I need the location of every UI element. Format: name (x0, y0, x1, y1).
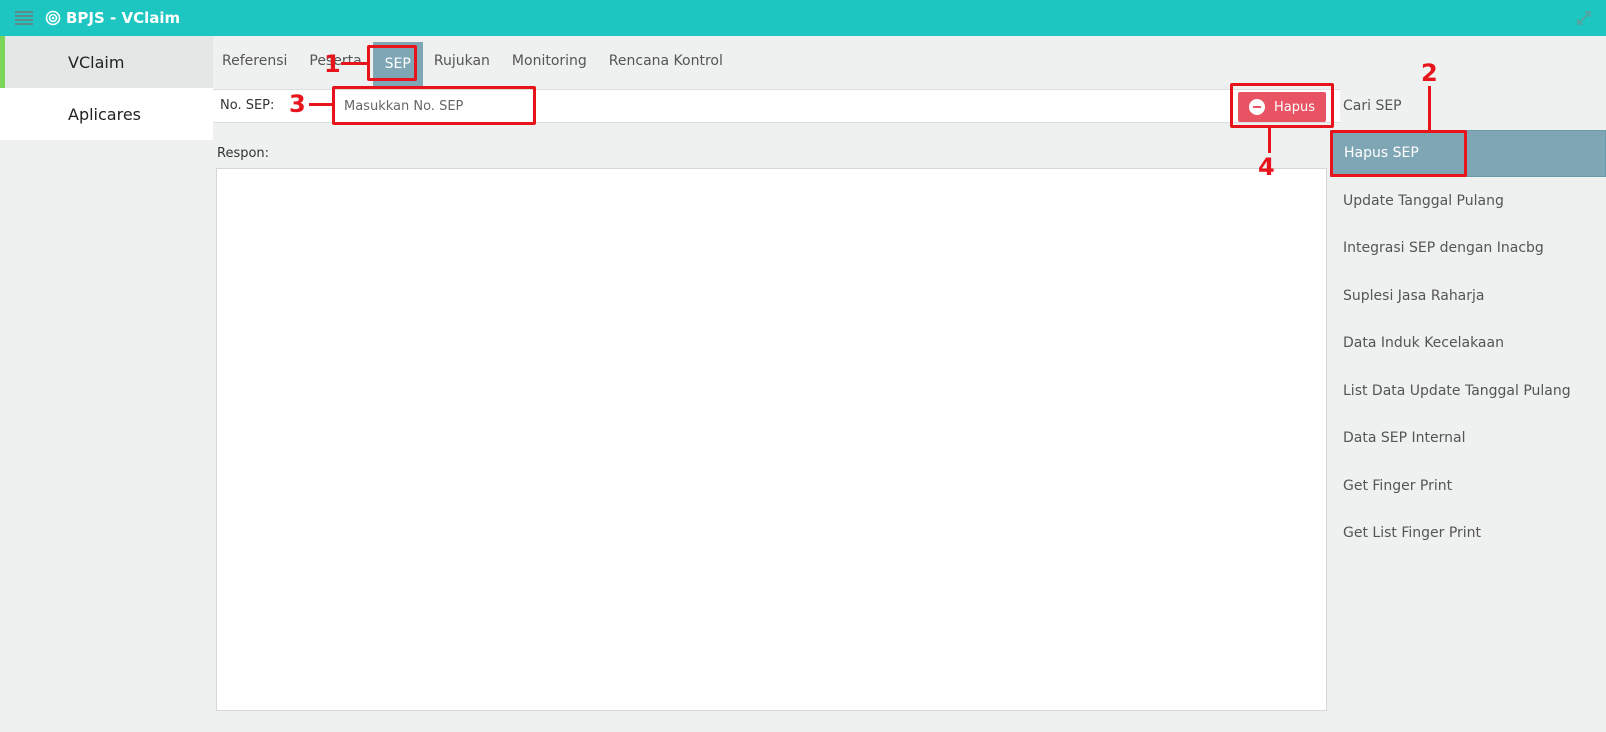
submenu-item-suplesi-jasa-raharja[interactable]: Suplesi Jasa Raharja (1330, 272, 1606, 320)
tab-referensi[interactable]: Referensi (213, 36, 298, 86)
leftnav-item-vclaim[interactable]: VClaim (0, 36, 213, 88)
annotation-number-2: 2 (1421, 59, 1438, 87)
tab-sep[interactable]: SEP (372, 42, 423, 86)
app-title: BPJS - VClaim (45, 9, 180, 27)
expand-arrows-icon[interactable] (1576, 10, 1592, 26)
submenu-item-update-tanggal-pulang[interactable]: Update Tanggal Pulang (1330, 177, 1606, 225)
tab-rujukan[interactable]: Rujukan (423, 36, 501, 86)
annotation-line-4 (1268, 127, 1271, 153)
leftnav-item-label: Aplicares (68, 104, 141, 124)
minus-circle-icon (1248, 99, 1265, 115)
annotation-number-3: 3 (289, 90, 306, 118)
submenu-item-list-data-update-tanggal-pulang[interactable]: List Data Update Tanggal Pulang (1330, 367, 1606, 415)
submenu-item-integrasi-sep-inacbg[interactable]: Integrasi SEP dengan Inacbg (1330, 225, 1606, 273)
hapus-button[interactable]: Hapus (1238, 92, 1326, 122)
submenu-item-data-induk-kecelakaan[interactable]: Data Induk Kecelakaan (1330, 320, 1606, 368)
tab-monitoring[interactable]: Monitoring (501, 36, 598, 86)
app-title-text: BPJS - VClaim (66, 9, 181, 27)
no-sep-label: No. SEP: (220, 98, 275, 113)
leftnav-item-label: VClaim (68, 52, 125, 72)
tab-rencana-kontrol[interactable]: Rencana Kontrol (598, 36, 734, 86)
annotation-number-1: 1 (324, 50, 341, 78)
submenu-item-cari-sep[interactable]: Cari SEP (1330, 82, 1606, 130)
left-nav: VClaim Aplicares (0, 36, 213, 732)
respon-label: Respon: (217, 146, 270, 161)
top-bar: BPJS - VClaim (0, 0, 1606, 36)
submenu-item-hapus-sep[interactable]: Hapus SEP (1330, 129, 1606, 177)
annotation-number-4: 4 (1258, 153, 1275, 181)
hamburger-icon[interactable] (15, 11, 33, 25)
no-sep-form-row: No. SEP: Hapus (213, 89, 1340, 123)
leftnav-item-aplicares[interactable]: Aplicares (0, 88, 213, 140)
submenu-item-get-finger-print[interactable]: Get Finger Print (1330, 462, 1606, 510)
tab-bar: Referensi Peserta SEP Rujukan Monitoring… (213, 36, 734, 86)
no-sep-input[interactable] (335, 91, 533, 121)
hapus-button-label: Hapus (1273, 99, 1315, 115)
submenu-item-get-list-finger-print[interactable]: Get List Finger Print (1330, 510, 1606, 558)
respon-textarea[interactable] (216, 168, 1327, 711)
sep-submenu: Cari SEP Hapus SEP Update Tanggal Pulang… (1330, 82, 1606, 557)
gear-icon (45, 10, 61, 26)
submenu-item-data-sep-internal[interactable]: Data SEP Internal (1330, 415, 1606, 463)
